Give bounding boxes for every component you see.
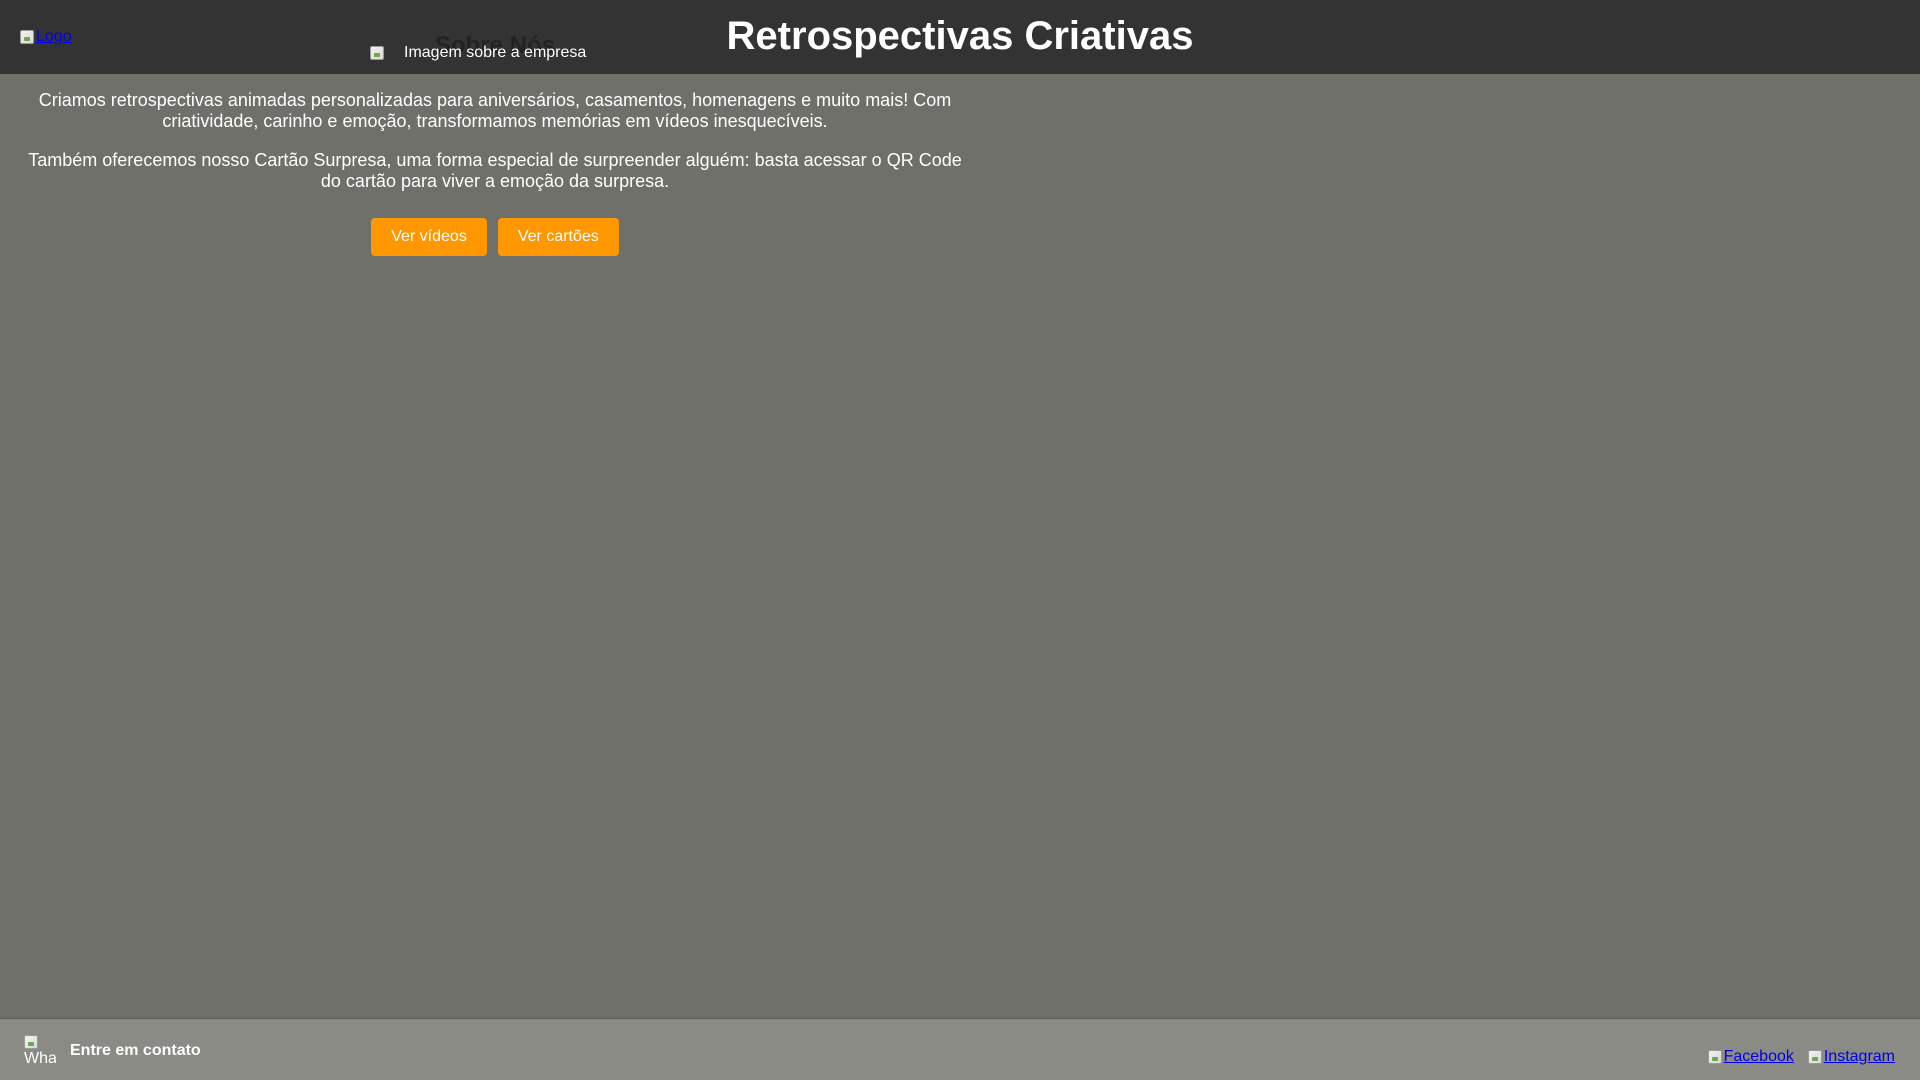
facebook-label: Facebook bbox=[1723, 1048, 1794, 1065]
about-image-alt: Imagem sobre a empresa bbox=[404, 44, 587, 61]
whatsapp-icon[interactable]: Wha bbox=[24, 1035, 56, 1067]
about-section: Sobre Nós Imagem sobre a empresa Criamos… bbox=[20, 32, 970, 256]
social-links: Facebook Instagram bbox=[1707, 1048, 1895, 1066]
about-paragraph-1: Criamos retrospectivas animadas personal… bbox=[38, 90, 952, 131]
instagram-label: Instagram bbox=[1823, 1048, 1895, 1065]
about-buttons: Ver vídeos Ver cartões bbox=[20, 218, 970, 256]
instagram-icon bbox=[1807, 1050, 1822, 1064]
whatsapp-broken-image-icon bbox=[24, 1035, 38, 1049]
contact-link[interactable]: Wha Entre em contato bbox=[24, 1035, 201, 1067]
instagram-link[interactable]: Instagram bbox=[1807, 1048, 1895, 1066]
broken-image-icon bbox=[370, 46, 384, 60]
whatsapp-alt-text: Wha bbox=[24, 1050, 56, 1067]
about-image: Imagem sobre a empresa bbox=[370, 44, 586, 62]
site-footer: Wha Entre em contato Facebook Instagram bbox=[0, 1018, 1920, 1080]
facebook-icon bbox=[1707, 1050, 1722, 1064]
facebook-link[interactable]: Facebook bbox=[1707, 1048, 1794, 1066]
view-videos-button[interactable]: Ver vídeos bbox=[371, 218, 487, 256]
view-cards-button[interactable]: Ver cartões bbox=[497, 218, 619, 256]
about-paragraph-2: Também oferecemos nosso Cartão Surpresa,… bbox=[28, 150, 962, 191]
contact-label: Entre em contato bbox=[70, 1042, 201, 1059]
